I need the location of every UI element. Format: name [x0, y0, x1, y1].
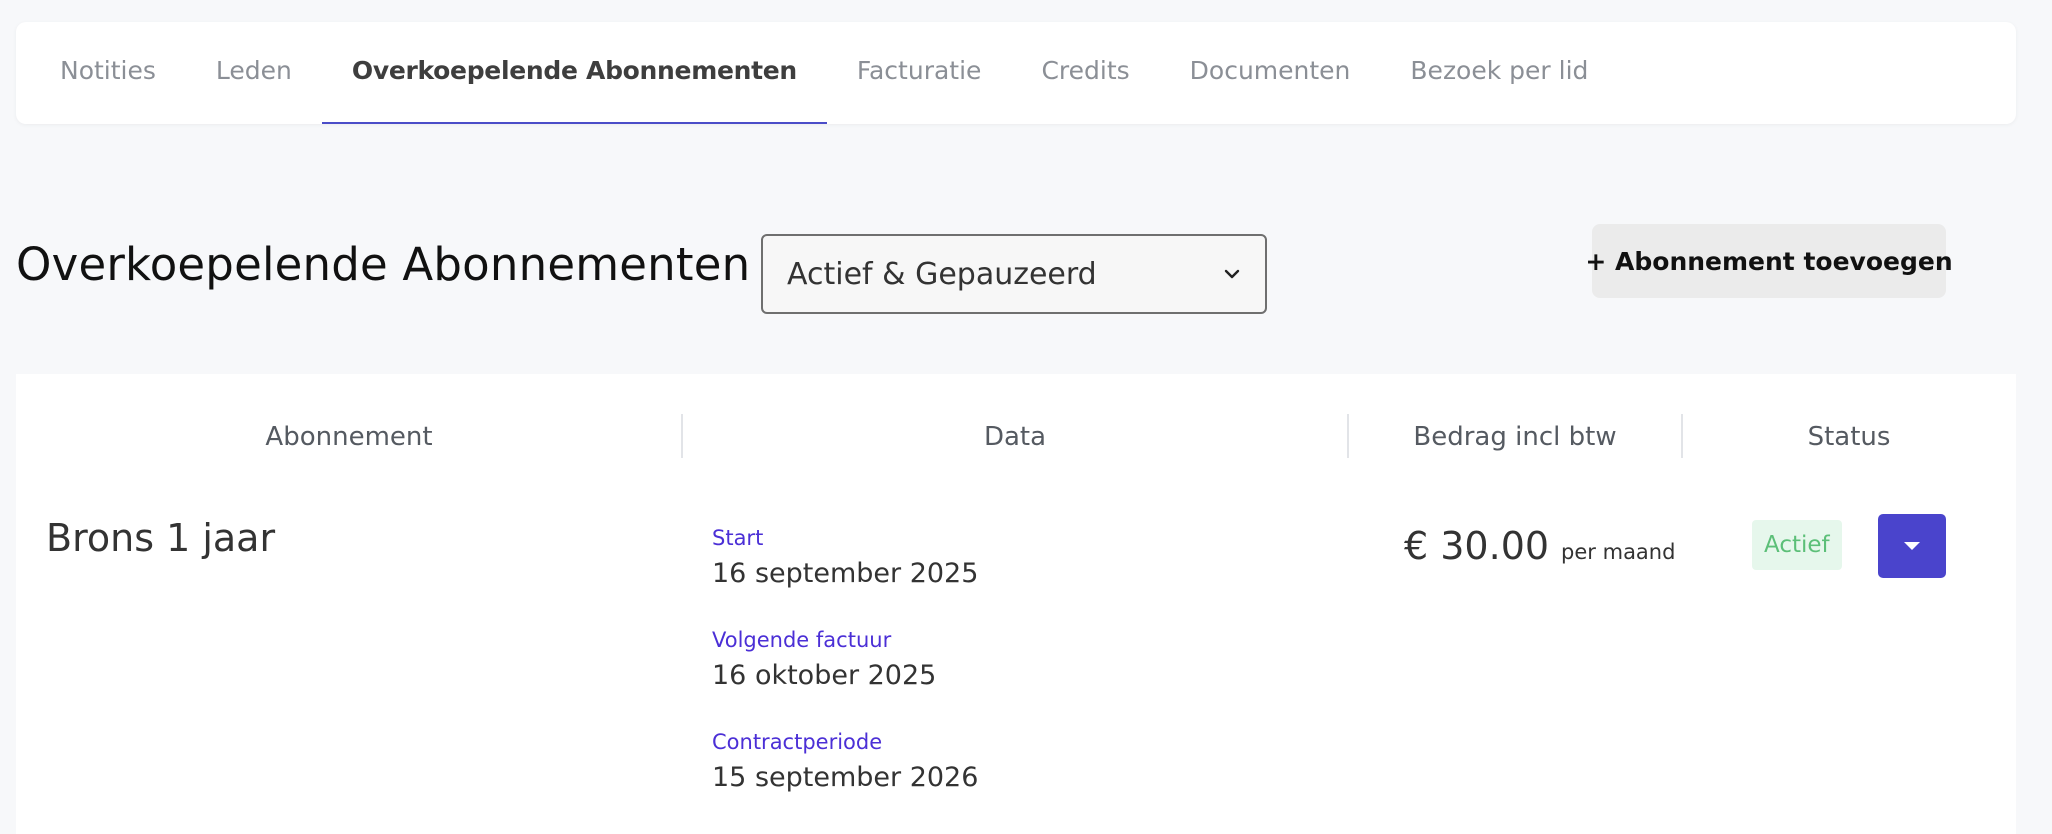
contract-period-label: Contractperiode — [712, 730, 883, 754]
row-actions-dropdown-button[interactable] — [1878, 514, 1946, 578]
start-date-label: Start — [712, 526, 764, 550]
contract-period-value: 15 september 2026 — [712, 762, 979, 793]
status-filter-value: Actief & Gepauzeerd — [787, 256, 1097, 292]
page-title: Overkoepelende Abonnementen — [16, 238, 751, 291]
subscription-name: Brons 1 jaar — [46, 516, 276, 560]
next-invoice-value: 16 oktober 2025 — [712, 660, 937, 691]
column-header-amount[interactable]: Bedrag incl btw — [1348, 414, 1682, 460]
tab-leden[interactable]: Leden — [186, 22, 322, 124]
tab-notities[interactable]: Notities — [30, 22, 186, 124]
tab-documenten[interactable]: Documenten — [1160, 22, 1381, 124]
chevron-down-icon — [1224, 269, 1240, 279]
caret-down-icon — [1904, 542, 1920, 550]
column-header-dates[interactable]: Data — [682, 414, 1348, 460]
amount: € 30.00 per maand — [1404, 524, 1675, 568]
status-filter-select[interactable]: Actief & Gepauzeerd — [761, 234, 1267, 314]
next-invoice-label: Volgende factuur — [712, 628, 892, 652]
column-header-subscription[interactable]: Abonnement — [16, 414, 682, 460]
tab-bezoek-per-lid[interactable]: Bezoek per lid — [1380, 22, 1618, 124]
subscriptions-table: Abonnement Data Bedrag incl btw Status B… — [16, 374, 2016, 834]
tab-bar: Notities Leden Overkoepelende Abonnement… — [16, 22, 2016, 124]
amount-period: per maand — [1561, 540, 1676, 564]
add-subscription-button[interactable]: + Abonnement toevoegen — [1585, 224, 1953, 298]
amount-price: € 30.00 — [1404, 524, 1550, 568]
start-date-value: 16 september 2025 — [712, 558, 979, 589]
column-header-status[interactable]: Status — [1682, 414, 2016, 460]
tab-credits[interactable]: Credits — [1011, 22, 1159, 124]
tab-overkoepelende-abonnementen[interactable]: Overkoepelende Abonnementen — [321, 22, 827, 124]
status-badge: Actief — [1752, 520, 1842, 570]
tab-facturatie[interactable]: Facturatie — [827, 22, 1012, 124]
